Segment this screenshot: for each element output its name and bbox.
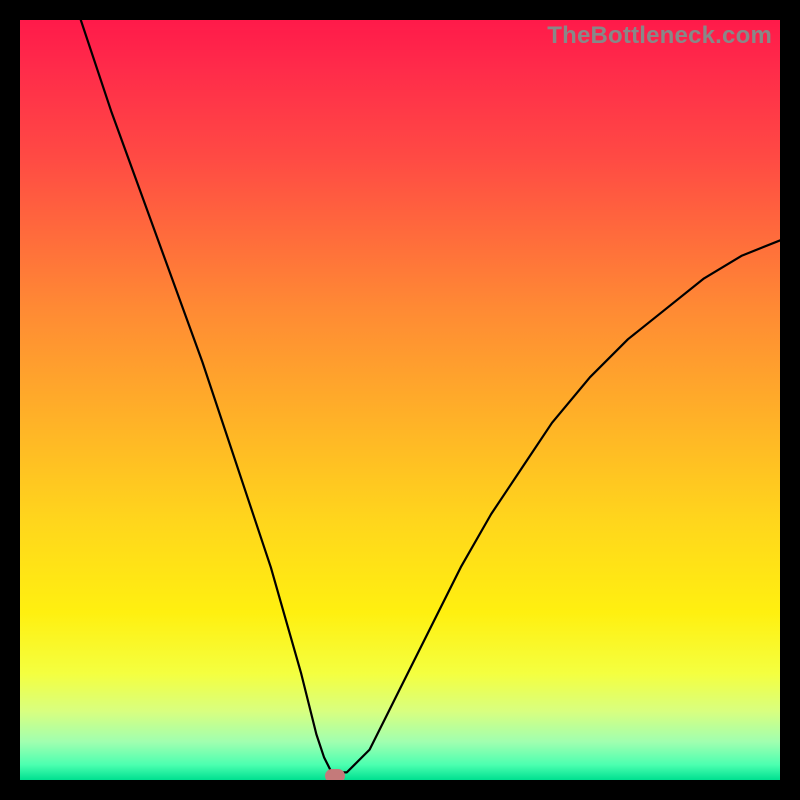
plot-area: TheBottleneck.com <box>20 20 780 780</box>
bottleneck-curve <box>20 20 780 780</box>
curve-path <box>81 20 780 772</box>
chart-frame: TheBottleneck.com <box>0 0 800 800</box>
optimal-marker <box>325 769 345 780</box>
